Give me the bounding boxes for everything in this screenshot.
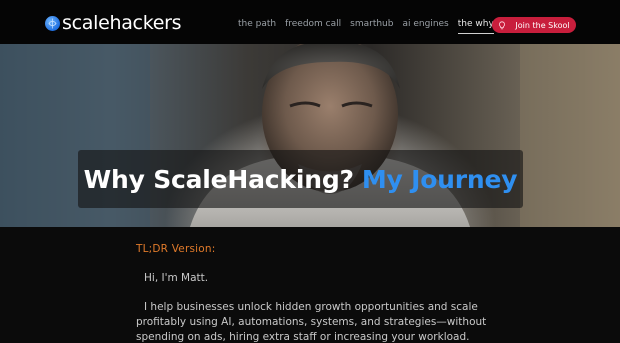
tldr-heading: TL;DR Version: <box>136 243 216 255</box>
hero-banner: Why ScaleHacking? My Journey <box>0 44 620 227</box>
main-nav: the path freedom call smarthub ai engine… <box>238 18 534 34</box>
greeting-paragraph: Hi, I'm Matt. <box>136 271 496 286</box>
content-section: TL;DR Version: Hi, I'm Matt. I help busi… <box>0 227 620 343</box>
join-skool-label: Join the Skool <box>515 20 570 30</box>
nav-link-the-why[interactable]: the why <box>457 18 494 34</box>
nav-link-smarthub[interactable]: smarthub <box>350 18 393 30</box>
nav-link-ai-engines[interactable]: ai engines <box>402 18 448 30</box>
hero-title: Why ScaleHacking? My Journey <box>78 150 523 208</box>
join-skool-button[interactable]: Join the Skool <box>492 17 576 33</box>
intro-paragraph: I help businesses unlock hidden growth o… <box>136 300 496 343</box>
site-header: scalehackers the path freedom call smart… <box>0 0 620 44</box>
hero-title-main: Why ScaleHacking? <box>83 164 354 194</box>
greeting-text: Hi, I'm Matt. <box>144 272 209 284</box>
brand-logo[interactable]: scalehackers <box>45 12 182 34</box>
nav-link-the-path[interactable]: the path <box>238 18 276 30</box>
lightbulb-icon <box>498 20 506 30</box>
intro-text: I help businesses unlock hidden growth o… <box>136 301 487 343</box>
brain-globe-icon <box>45 15 60 31</box>
nav-link-freedom-call[interactable]: freedom call <box>285 18 341 30</box>
hero-title-accent: My Journey <box>361 164 518 194</box>
brand-name: scalehackers <box>62 12 182 34</box>
